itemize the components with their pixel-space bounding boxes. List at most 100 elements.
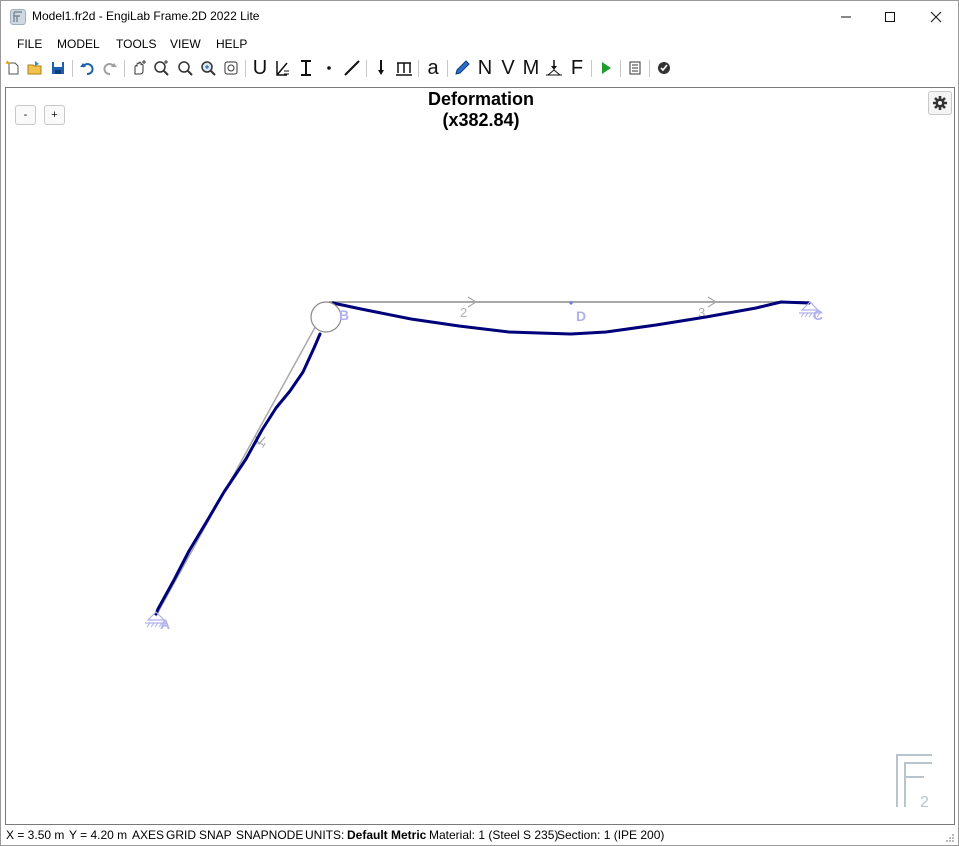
menu-file[interactable]: FILE xyxy=(17,37,42,51)
status-bar: X = 3.50 m Y = 4.20 m AXES GRID SNAP SNA… xyxy=(1,827,958,845)
supports-icon: U xyxy=(252,56,268,79)
point-load-icon xyxy=(378,60,384,75)
shear-force-button[interactable]: V xyxy=(497,57,519,79)
sections-icon xyxy=(301,60,311,76)
frame-model-drawing: 2 3 1 A B C D 2 xyxy=(145,296,932,811)
toolbar-separator xyxy=(620,60,621,77)
app-logo-icon xyxy=(10,9,26,25)
status-axes-toggle[interactable]: AXES xyxy=(132,828,164,842)
menu-view[interactable]: VIEW xyxy=(170,37,201,51)
hinge-symbol xyxy=(310,301,342,333)
node-label-c: C xyxy=(813,307,823,323)
node-label-d: D xyxy=(576,308,586,324)
frame2d-watermark-logo: 2 xyxy=(896,754,932,811)
status-material[interactable]: Material: 1 (Steel S 235) xyxy=(429,828,558,842)
app-window: Model1.fr2d - EngiLab Frame.2D 2022 Lite… xyxy=(0,0,959,846)
status-snap-toggle[interactable]: SNAP xyxy=(199,828,232,842)
edit-button[interactable] xyxy=(451,57,473,79)
maximize-icon xyxy=(885,11,895,22)
status-grid-toggle[interactable]: GRID xyxy=(166,828,196,842)
member-button[interactable] xyxy=(341,57,363,79)
point-load-button[interactable] xyxy=(370,57,392,79)
zoom-extents-button[interactable] xyxy=(197,57,219,79)
distributed-load-button[interactable] xyxy=(393,57,415,79)
reactions-button[interactable] xyxy=(543,57,565,79)
zoom-previous-button[interactable] xyxy=(220,57,242,79)
toolbar: U a N V M F xyxy=(1,57,958,81)
forces-icon: F xyxy=(570,56,584,79)
zoom-in-button[interactable] xyxy=(151,57,173,79)
minimize-button[interactable] xyxy=(823,1,869,32)
status-y-coordinate: Y = 4.20 m xyxy=(69,828,128,842)
watermark-subscript: 2 xyxy=(920,794,929,811)
annotation-icon: a xyxy=(427,56,439,79)
toolbar-separator xyxy=(245,60,246,77)
member-label-2: 2 xyxy=(460,305,467,320)
resize-grip-icon[interactable] xyxy=(945,833,955,843)
pan-icon xyxy=(134,60,146,75)
toolbar-separator xyxy=(447,60,448,77)
annotation-button[interactable]: a xyxy=(422,57,444,79)
reactions-icon xyxy=(546,60,562,76)
open-button[interactable] xyxy=(24,57,46,79)
close-icon xyxy=(930,11,942,22)
node-label-a: A xyxy=(160,616,170,632)
run-icon xyxy=(602,62,611,74)
toolbar-separator xyxy=(366,60,367,77)
new-button[interactable] xyxy=(2,57,24,79)
node-label-b: B xyxy=(339,307,349,323)
axial-force-button[interactable]: N xyxy=(474,57,496,79)
undo-button[interactable] xyxy=(76,57,98,79)
undeformed-member-1 xyxy=(155,301,330,617)
status-snapnode-toggle[interactable]: SNAPNODE xyxy=(236,828,303,842)
zoom-window-button[interactable] xyxy=(174,57,196,79)
edit-icon xyxy=(455,60,470,75)
status-units-label: UNITS: xyxy=(305,828,345,842)
bending-moment-icon: M xyxy=(522,56,540,79)
redo-button[interactable] xyxy=(99,57,121,79)
shear-force-icon: V xyxy=(501,56,515,79)
run-button[interactable] xyxy=(595,57,617,79)
close-button[interactable] xyxy=(913,1,959,32)
node-d-marker xyxy=(569,301,573,305)
status-x-coordinate: X = 3.50 m xyxy=(6,828,65,842)
supports-button[interactable]: U xyxy=(249,57,271,79)
new-icon xyxy=(6,60,19,75)
title-bar[interactable]: Model1.fr2d - EngiLab Frame.2D 2022 Lite xyxy=(1,1,958,32)
drawing-canvas[interactable]: - + Deformation (x382.84) 2 3 1 A B C D … xyxy=(5,87,955,825)
zoom-window-icon xyxy=(178,61,193,76)
bending-moment-button[interactable]: M xyxy=(520,57,542,79)
releases-button[interactable] xyxy=(272,57,294,79)
window-title: Model1.fr2d - EngiLab Frame.2D 2022 Lite xyxy=(32,9,260,23)
report-icon xyxy=(629,61,641,75)
toolbar-separator xyxy=(591,60,592,77)
deformed-beam xyxy=(331,300,811,336)
forces-button[interactable]: F xyxy=(566,57,588,79)
maximize-button[interactable] xyxy=(867,1,913,32)
menu-help[interactable]: HELP xyxy=(216,37,247,51)
member-icon xyxy=(344,60,360,76)
report-button[interactable] xyxy=(624,57,646,79)
check-icon xyxy=(658,62,670,74)
toolbar-separator xyxy=(418,60,419,77)
distributed-load-icon xyxy=(396,62,412,76)
zoom-in-icon xyxy=(154,60,169,76)
toolbar-separator xyxy=(649,60,650,77)
menu-bar: FILE MODEL TOOLS VIEW HELP xyxy=(1,33,958,55)
node-icon xyxy=(327,66,331,70)
redo-icon xyxy=(103,63,117,75)
toolbar-separator xyxy=(72,60,73,77)
node-button[interactable] xyxy=(318,57,340,79)
menu-tools[interactable]: TOOLS xyxy=(116,37,156,51)
status-section[interactable]: Section: 1 (IPE 200) xyxy=(557,828,664,842)
check-button[interactable] xyxy=(653,57,675,79)
minimize-icon xyxy=(841,16,851,17)
zoom-previous-icon xyxy=(224,61,238,75)
menu-model[interactable]: MODEL xyxy=(57,37,100,51)
sections-button[interactable] xyxy=(295,57,317,79)
undo-icon xyxy=(80,63,94,75)
pan-button[interactable] xyxy=(128,57,150,79)
open-icon xyxy=(27,61,42,75)
save-button[interactable] xyxy=(47,57,69,79)
status-units-value[interactable]: Default Metric xyxy=(347,828,426,842)
